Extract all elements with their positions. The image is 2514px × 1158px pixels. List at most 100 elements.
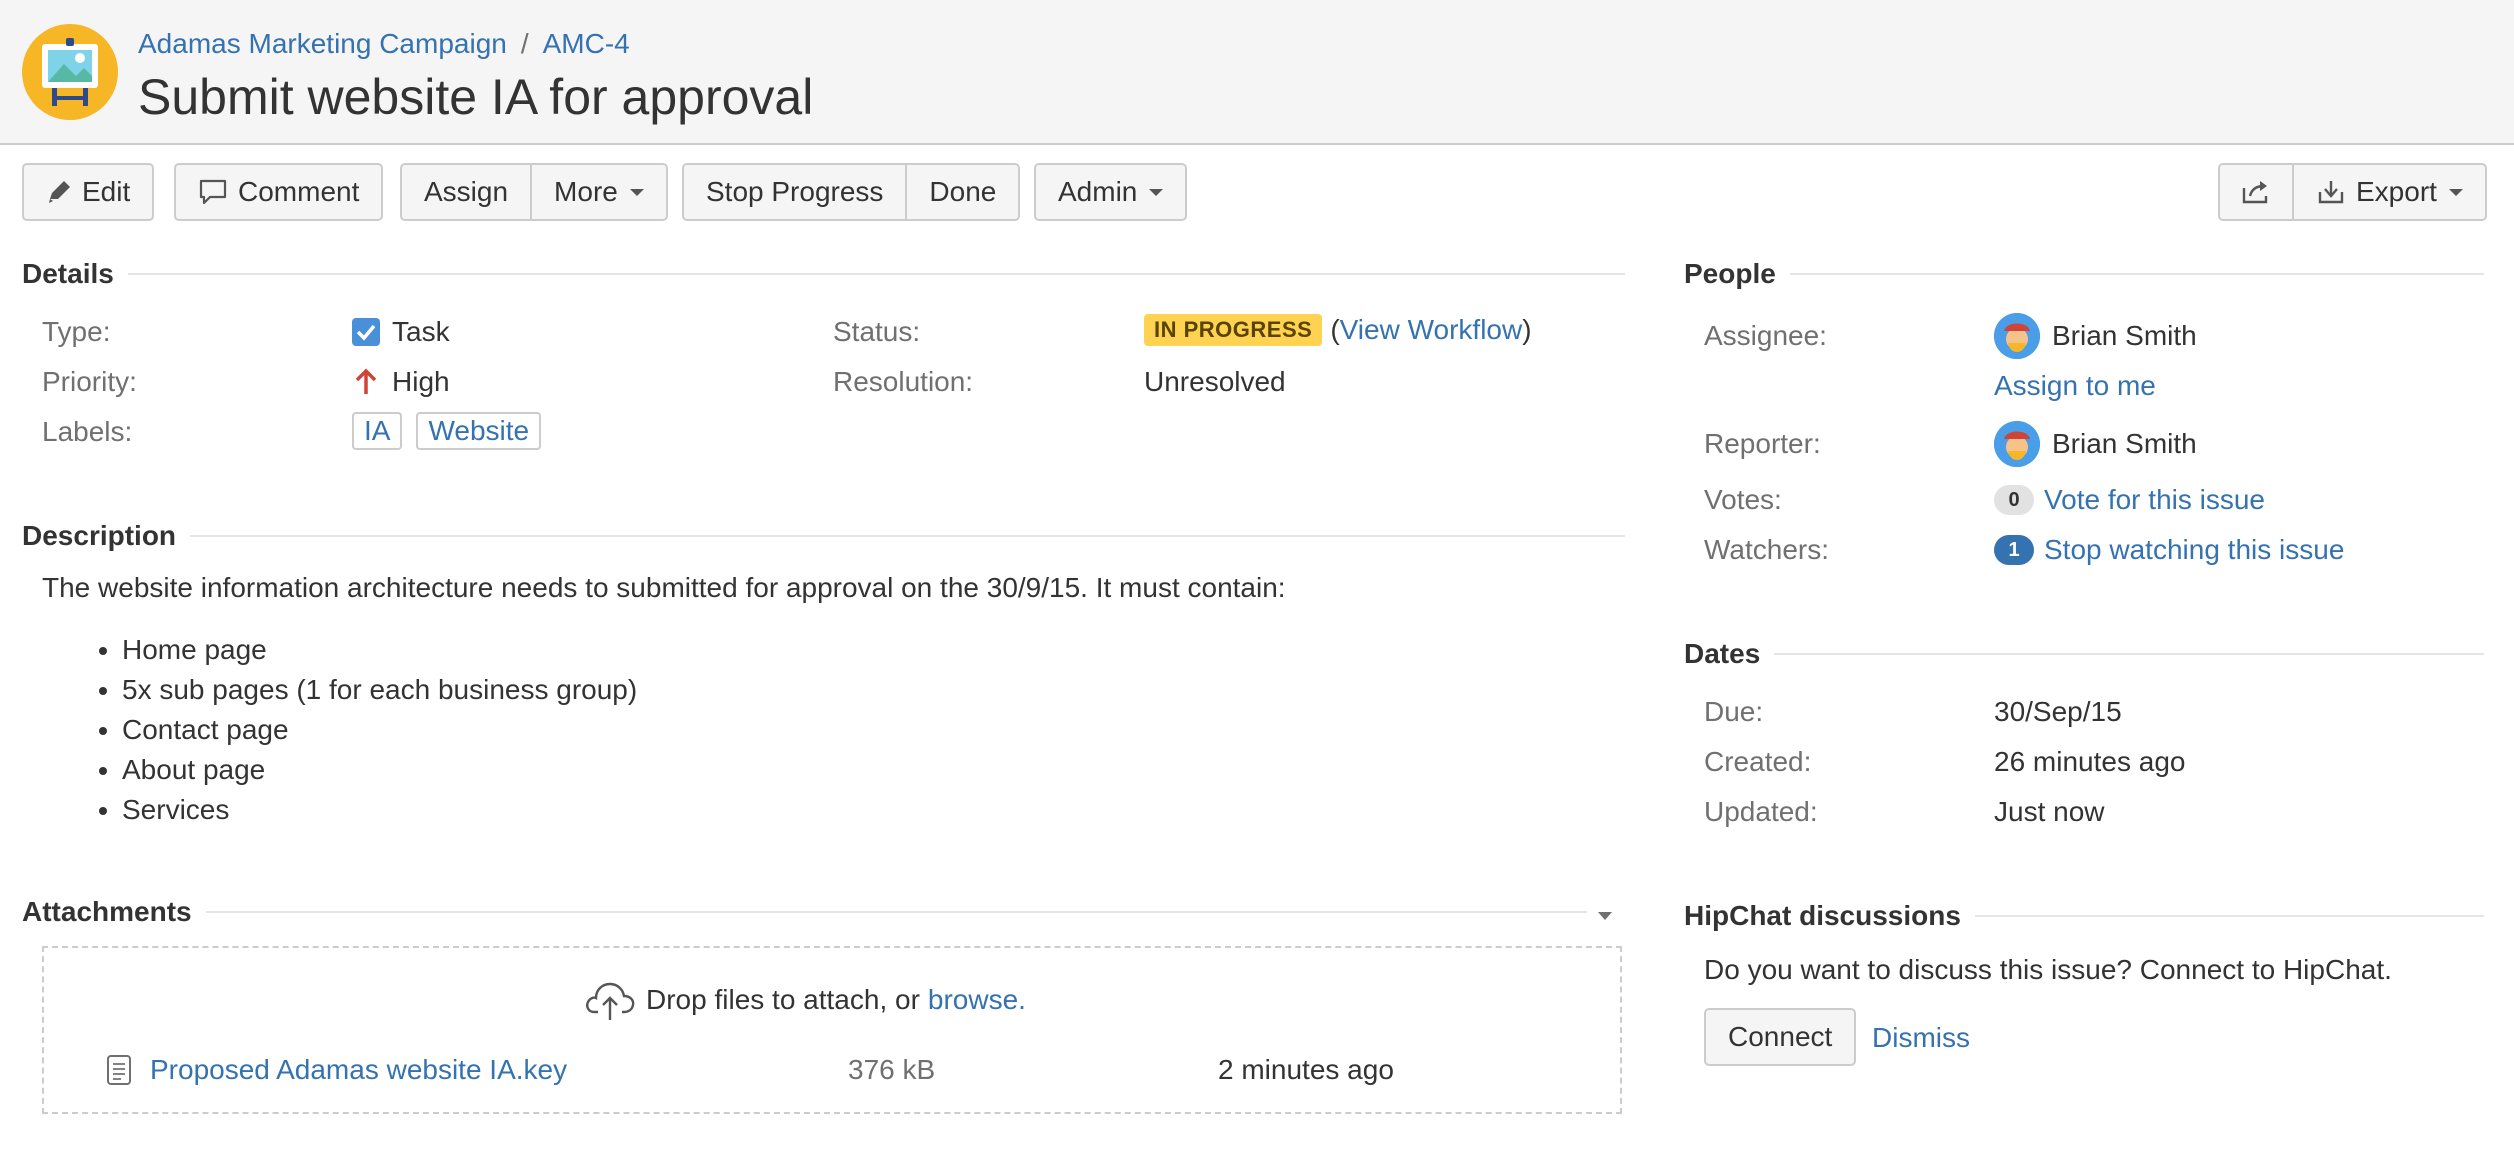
list-item: About page xyxy=(122,750,637,790)
view-workflow-close-paren: ) xyxy=(1522,314,1532,345)
share-icon xyxy=(2242,181,2268,204)
divider xyxy=(1974,915,2484,917)
edit-button[interactable]: Edit xyxy=(22,163,155,221)
divider xyxy=(1789,273,2484,275)
list-item: Contact page xyxy=(122,710,637,750)
list-item: 5x sub pages (1 for each business group) xyxy=(122,670,637,710)
description-section-heading[interactable]: Description xyxy=(22,520,1625,552)
export-dropdown-button[interactable]: Export xyxy=(2294,163,2487,221)
attachment-row: Proposed Adamas website IA.key xyxy=(106,1054,567,1086)
reporter-name: Brian Smith xyxy=(2052,428,2197,459)
labels-list: IA Website xyxy=(352,412,555,450)
comment-icon xyxy=(199,179,227,205)
due-value: 30/Sep/15 xyxy=(1994,696,2122,727)
avatar[interactable] xyxy=(1994,421,2040,467)
task-checkbox-icon xyxy=(352,318,380,346)
project-avatar-icon[interactable] xyxy=(22,24,118,120)
dismiss-link[interactable]: Dismiss xyxy=(1872,1022,1970,1054)
chevron-down-icon xyxy=(629,188,644,196)
dates-section-heading[interactable]: Dates xyxy=(1684,638,2484,670)
type-value-text: Task xyxy=(392,316,450,347)
watchers-value: 1 Stop watching this issue xyxy=(1994,534,2344,566)
created-value: 26 minutes ago xyxy=(1994,746,2186,777)
votes-value: 0 Vote for this issue xyxy=(1994,484,2265,516)
attachment-file-size: 376 kB xyxy=(848,1054,936,1085)
reporter-value: Brian Smith xyxy=(1994,421,2197,467)
assign-to-me-link[interactable]: Assign to me xyxy=(1994,370,2156,402)
workflow-button-group: Stop Progress Done xyxy=(682,163,1021,221)
attachment-file-time: 2 minutes ago xyxy=(1218,1054,1394,1085)
description-text: The website information architecture nee… xyxy=(42,572,1286,603)
admin-button-label: Admin xyxy=(1058,176,1138,207)
people-section-heading[interactable]: People xyxy=(1684,258,2484,290)
attachments-options-chevron-down-icon[interactable] xyxy=(1598,912,1612,920)
edit-button-label: Edit xyxy=(82,176,131,207)
status-badge: IN PROGRESS xyxy=(1144,314,1323,346)
label-chip-website[interactable]: Website xyxy=(416,412,542,450)
download-icon xyxy=(2318,181,2344,204)
created-label: Created: xyxy=(1704,746,1812,777)
hipchat-prompt: Do you want to discuss this issue? Conne… xyxy=(1704,954,2392,985)
people-heading-text: People xyxy=(1684,258,1776,289)
breadcrumb-project-link[interactable]: Adamas Marketing Campaign xyxy=(138,28,507,59)
vote-for-issue-link[interactable]: Vote for this issue xyxy=(2044,484,2265,516)
votes-count-badge: 0 xyxy=(1994,485,2034,515)
user-avatar-icon xyxy=(1994,313,2040,359)
divider xyxy=(1774,653,2484,655)
stop-progress-button[interactable]: Stop Progress xyxy=(682,163,908,221)
breadcrumb-issue-key-link[interactable]: AMC-4 xyxy=(543,28,630,59)
list-item: Home page xyxy=(122,630,637,670)
divider xyxy=(205,911,1587,913)
details-heading-text: Details xyxy=(22,258,114,289)
admin-dropdown-button[interactable]: Admin xyxy=(1034,163,1188,221)
breadcrumb-separator: / xyxy=(520,28,529,59)
list-item: Services xyxy=(122,790,637,830)
issue-header: Adamas Marketing Campaign / AMC-4 Submit w… xyxy=(0,0,2514,145)
document-icon xyxy=(107,1055,131,1085)
admin-button-group: Admin xyxy=(1034,163,1188,221)
attachments-section-heading[interactable]: Attachments xyxy=(22,896,1587,928)
avatar[interactable] xyxy=(1994,313,2040,359)
priority-value: High xyxy=(354,366,450,398)
attachment-drop-zone[interactable]: Drop files to attach, or browse. Propose… xyxy=(42,946,1622,1114)
view-workflow-link[interactable]: View Workflow xyxy=(1340,314,1523,346)
updated-label: Updated: xyxy=(1704,796,1818,827)
priority-label: Priority: xyxy=(42,366,137,397)
updated-value: Just now xyxy=(1994,796,2105,827)
chevron-down-icon xyxy=(2448,188,2463,196)
attachment-file-link[interactable]: Proposed Adamas website IA.key xyxy=(150,1054,567,1086)
stop-watching-link[interactable]: Stop watching this issue xyxy=(2044,534,2344,566)
done-button[interactable]: Done xyxy=(907,163,1021,221)
more-dropdown-button[interactable]: More xyxy=(532,163,668,221)
details-section-heading[interactable]: Details xyxy=(22,258,1625,290)
status-value: IN PROGRESS (View Workflow) xyxy=(1144,314,1532,346)
divider xyxy=(190,535,1625,537)
due-label: Due: xyxy=(1704,696,1764,727)
hipchat-section-heading[interactable]: HipChat discussions xyxy=(1684,900,2484,932)
view-workflow-open-paren: ( xyxy=(1330,314,1340,345)
assign-more-button-group: Assign More xyxy=(400,163,668,221)
connect-button[interactable]: Connect xyxy=(1704,1008,1857,1066)
labels-label: Labels: xyxy=(42,416,133,447)
status-label: Status: xyxy=(833,316,921,347)
browse-link[interactable]: browse. xyxy=(928,984,1026,1016)
priority-high-arrow-icon xyxy=(355,368,377,394)
assignee-value: Brian Smith xyxy=(1994,313,2197,359)
more-button-label: More xyxy=(554,176,618,207)
reporter-label: Reporter: xyxy=(1704,428,1821,459)
priority-value-text: High xyxy=(392,366,450,397)
share-button[interactable] xyxy=(2218,163,2294,221)
pencil-icon xyxy=(49,181,70,203)
edit-button-group: Edit xyxy=(22,163,155,221)
description-heading-text: Description xyxy=(22,520,177,551)
drop-zone-text: Drop files to attach, or xyxy=(646,984,920,1015)
resolution-label: Resolution: xyxy=(833,366,974,397)
watchers-label: Watchers: xyxy=(1704,534,1829,565)
assignee-label: Assignee: xyxy=(1704,320,1827,351)
comment-button[interactable]: Comment xyxy=(174,163,384,221)
export-button-label: Export xyxy=(2356,176,2437,207)
label-chip-ia[interactable]: IA xyxy=(352,412,403,450)
assignee-name: Brian Smith xyxy=(2052,320,2197,351)
dates-heading-text: Dates xyxy=(1684,638,1761,669)
assign-button[interactable]: Assign xyxy=(400,163,533,221)
